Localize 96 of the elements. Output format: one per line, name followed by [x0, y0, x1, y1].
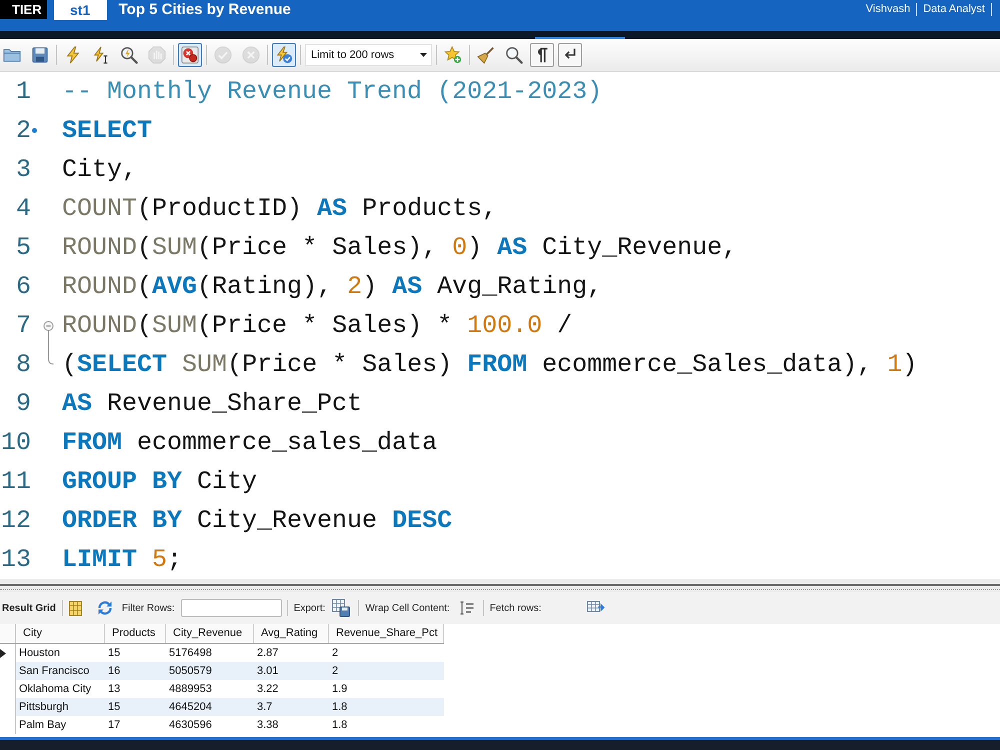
stop-sign-icon: [148, 46, 166, 64]
word-wrap-toggle[interactable]: [558, 43, 582, 67]
table-cell-text: 4889953: [168, 682, 213, 697]
lightning-cursor-icon: [92, 46, 110, 64]
wrap-cell-content-label: Wrap Cell Content:: [365, 602, 450, 616]
folder-icon: [3, 46, 21, 64]
code-line: COUNT(ProductID) AS Products,: [62, 194, 498, 224]
column-header[interactable]: Avg_Rating: [254, 624, 329, 643]
stop-on-error-toggle[interactable]: [178, 43, 202, 67]
code-line: (SELECT SUM(Price * Sales) FROM ecommerce_Sales_data), 1): [62, 350, 918, 380]
user-menu-item[interactable]: Vishvash: [860, 3, 916, 16]
code-line: FROM ecommerce_sales_data: [62, 428, 438, 458]
table-cell-text: 1.9: [331, 682, 348, 697]
user-menu-item[interactable]: Data Analyst: [916, 3, 992, 16]
code-line: AS Revenue_Share_Pct: [62, 388, 362, 418]
column-header[interactable]: City: [16, 624, 105, 643]
query-title: Top 5 Cities by Revenue: [118, 1, 291, 19]
row-limit-dropdown[interactable]: Limit to 200 rows: [305, 44, 432, 66]
table-cell-text: 3.01: [256, 664, 280, 679]
line-number: 12: [0, 506, 31, 536]
table-cell-text: 3.38: [256, 718, 280, 733]
line-number: 11: [0, 466, 31, 496]
table-cell-text: San Francisco: [18, 664, 90, 679]
line-number: 3: [14, 154, 31, 184]
column-header[interactable]: Products: [105, 624, 166, 643]
line-number: 13: [0, 544, 31, 574]
code-line: ROUND(SUM(Price * Sales) * 100.0 /: [62, 310, 572, 340]
column-header[interactable]: City_Revenue: [166, 624, 254, 643]
filter-rows-label: Filter Rows:: [122, 602, 175, 616]
check-icon: [214, 46, 232, 64]
fold-toggle-icon[interactable]: [43, 321, 54, 345]
table-cell-text: 5176498: [168, 646, 213, 661]
row-pointer-icon: [0, 648, 6, 658]
table-cell-text: 1.8: [331, 718, 348, 733]
table-cell-text: 4630596: [168, 718, 213, 733]
grid-save-icon[interactable]: [332, 599, 350, 617]
table-cell-text: 3.7: [256, 700, 274, 715]
code-line: LIMIT 5;: [62, 544, 182, 574]
row-header[interactable]: [0, 644, 16, 662]
autocommit-toggle[interactable]: [272, 43, 296, 67]
table-cell-text: 17: [107, 718, 122, 733]
lightning-check-icon: [275, 46, 293, 64]
result-grid-title[interactable]: Result Grid: [2, 600, 56, 616]
star-plus-icon: [444, 46, 462, 64]
lightning-icon: [64, 46, 82, 64]
result-row[interactable]: San Francisco 16 5050579 3.01 2: [0, 662, 444, 680]
line-number: 1: [14, 76, 31, 106]
table-cell-text: 5050579: [168, 664, 213, 679]
circle-x-icon: [242, 46, 260, 64]
refresh-icon[interactable]: [96, 600, 113, 616]
table-cell-text: Pittsburgh: [18, 700, 70, 715]
table-cell-text: 15: [107, 646, 122, 661]
column-header[interactable]: Revenue_Share_Pct: [329, 624, 444, 643]
code-line: ORDER BY City_Revenue DESC: [62, 506, 452, 536]
text-lines-icon[interactable]: [460, 601, 474, 615]
fetch-rows-label: Fetch rows:: [490, 602, 542, 616]
tier-badge: TIER: [0, 0, 47, 19]
table-cell-text: 2: [331, 646, 340, 661]
invisible-characters-toggle[interactable]: [530, 43, 554, 67]
export-label: Export:: [294, 602, 326, 616]
filter-rows-field[interactable]: [180, 599, 282, 617]
table-cell-text: 4645204: [168, 700, 213, 715]
line-number: 6: [14, 272, 31, 302]
code-line: -- Monthly Revenue Trend (2021-2023): [62, 76, 602, 106]
grid-icon[interactable]: [68, 600, 82, 616]
magnifier-lightning-icon: [120, 46, 138, 64]
table-cell-text: Palm Bay: [18, 718, 68, 733]
line-number: 4: [14, 194, 31, 224]
table-cell-text: 15: [107, 700, 122, 715]
line-number: 10: [0, 428, 31, 458]
table-cell-text: 2.87: [256, 646, 280, 661]
table-cell-text: 3.22: [256, 682, 280, 697]
search-icon: [505, 46, 523, 64]
line-number: 8: [14, 350, 31, 380]
code-line: City,: [62, 154, 138, 184]
line-number: 2: [14, 116, 31, 146]
table-cell-text: Oklahoma City: [18, 682, 92, 697]
error-icon: [181, 46, 199, 64]
table-cell-text: 16: [107, 664, 122, 679]
line-number: 5: [14, 232, 31, 262]
table-cell-text: Houston: [18, 646, 61, 661]
result-row[interactable]: Pittsburgh 15 4645204 3.7 1.8: [0, 698, 444, 716]
save-icon: [31, 46, 49, 64]
line-number: 9: [14, 388, 31, 418]
grid-arrow-icon[interactable]: [587, 601, 606, 615]
table-cell-text: 13: [107, 682, 122, 697]
broom-icon: [477, 46, 495, 64]
query-tab[interactable]: st1: [54, 0, 107, 20]
code-line: GROUP BY City: [62, 466, 258, 496]
code-line: ROUND(SUM(Price * Sales), 0) AS City_Revenue,: [62, 232, 738, 262]
table-cell-text: 1.8: [331, 700, 348, 715]
code-line: ROUND(AVG(Rating), 2) AS Avg_Rating,: [62, 272, 602, 302]
caret-icon: [420, 53, 427, 57]
table-cell-text: 2: [331, 664, 340, 679]
line-number: 7: [14, 310, 31, 340]
code-line: SELECT: [62, 116, 152, 146]
